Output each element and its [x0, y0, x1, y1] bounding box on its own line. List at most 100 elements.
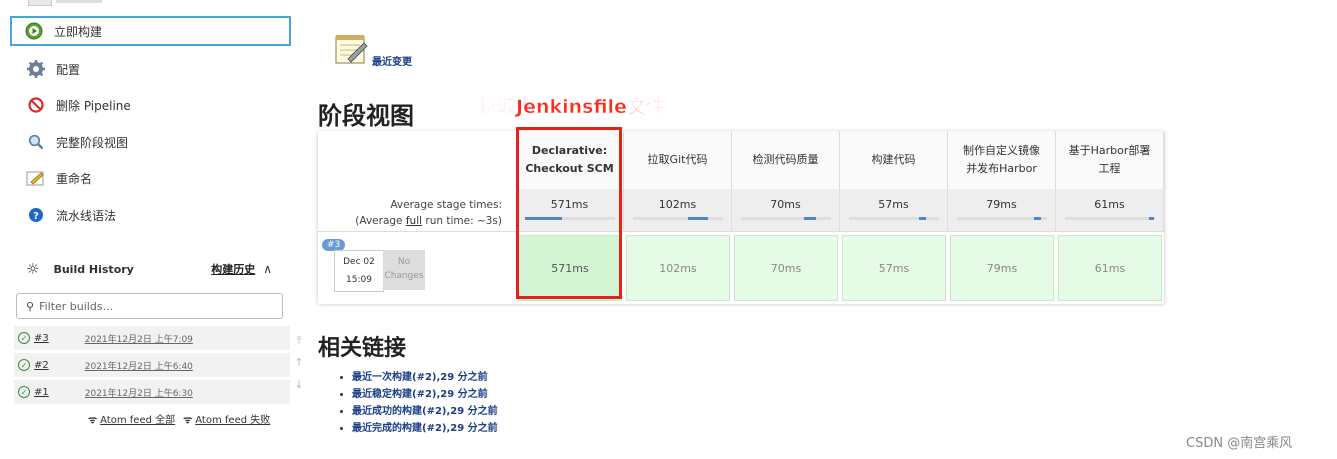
build-history-header: ☼ Build History 构建历史 ∧	[14, 256, 284, 282]
build-number-link[interactable]: #3	[34, 333, 49, 344]
atom-feed-fail-link[interactable]: Atom feed 失败	[195, 411, 270, 426]
build-history-trend-link[interactable]: 构建历史	[211, 261, 255, 277]
collapse-chevron-icon[interactable]: ∧	[263, 262, 272, 276]
gear-icon	[26, 59, 46, 79]
scroll-buttons: ⤒ ↑ ↓	[292, 330, 306, 396]
stage-view: Declarative: Checkout SCM 拉取Git代码 检测代码质量…	[318, 131, 1164, 304]
task-rename[interactable]: 重命名	[14, 163, 290, 193]
build-history-title: Build History	[53, 262, 134, 276]
stage-duration-track	[740, 217, 831, 220]
stage-average-time: 102ms	[658, 198, 697, 211]
search-icon: ⚲	[26, 299, 35, 313]
build-date-link[interactable]: 2021年12月2日 上午6:40	[85, 359, 193, 372]
stage-cell-wrap: 61ms	[1056, 232, 1164, 304]
task-label: 流水线语法	[56, 208, 117, 223]
stage-cell-wrap: 79ms	[948, 232, 1056, 304]
avg-label: Average stage times: (Average full run t…	[318, 189, 516, 231]
task-label: 重命名	[56, 171, 93, 186]
stage-cell-wrap: 102ms	[624, 232, 732, 304]
recent-changes-link[interactable]: 最近变更	[372, 53, 412, 68]
full-link[interactable]: full	[406, 215, 422, 227]
stage-name: 制作自定义镜像并发布Harbor	[963, 144, 1040, 175]
stage-header: 拉取Git代码	[624, 131, 732, 189]
task-pipeline-syntax[interactable]: ? 流水线语法	[14, 200, 290, 230]
stage-cell[interactable]: 57ms	[842, 235, 946, 301]
scroll-down-icon[interactable]: ↓	[292, 374, 306, 396]
stage-cell[interactable]: 61ms	[1058, 235, 1162, 301]
build-row[interactable]: ✓ #2 2021年12月2日 上午6:40	[14, 353, 290, 377]
stage-average: 57ms	[840, 189, 948, 231]
stage-average: 61ms	[1056, 189, 1164, 231]
list-item: 最近一次构建(#2),29 分之前	[352, 369, 498, 386]
filter-builds-input[interactable]: ⚲ Filter builds...	[16, 293, 283, 319]
annotation-highlight-box	[516, 127, 622, 299]
task-label: 立即构建	[54, 24, 103, 39]
sidebar: 立即构建 配置 删除 Pipeline 完整阶段视图 重命名 ? 流水线语法 ☼…	[0, 0, 292, 459]
task-build-now[interactable]: 立即构建	[10, 16, 291, 46]
stage-average: 70ms	[732, 189, 840, 231]
rss-icon: ᯤ	[183, 414, 193, 426]
success-check-icon: ✓	[18, 359, 30, 371]
stage-cell[interactable]: 70ms	[734, 235, 838, 301]
stage-cell[interactable]: 102ms	[626, 235, 730, 301]
related-link[interactable]: 最近稳定构建(#2),29 分之前	[352, 389, 488, 400]
avg-full-run-label: (Average full run time: ~3s)	[355, 215, 502, 227]
notepad-icon	[334, 33, 370, 71]
related-link[interactable]: 最近一次构建(#2),29 分之前	[352, 372, 488, 383]
stage-header: 构建代码	[840, 131, 948, 189]
stage-name: 构建代码	[871, 153, 916, 166]
task-configure[interactable]: 配置	[14, 54, 290, 84]
build-date-link[interactable]: 2021年12月2日 上午7:09	[85, 332, 193, 345]
stage-average-time: 79ms	[986, 198, 1017, 211]
stage-header: 检测代码质量	[732, 131, 840, 189]
stage-cell[interactable]: 79ms	[950, 235, 1054, 301]
stage-duration-bar	[918, 217, 926, 220]
sun-icon: ☼	[26, 260, 40, 278]
search-icon	[26, 132, 46, 152]
atom-feeds: ᯤ Atom feed 全部 ᯤ Atom feed 失败	[88, 411, 270, 427]
stage-header: 基于Harbor部署工程	[1056, 131, 1164, 189]
stage-average-time: 57ms	[878, 198, 909, 211]
scroll-up-icon[interactable]: ↑	[292, 352, 306, 374]
stage-average-time: 70ms	[770, 198, 801, 211]
related-link[interactable]: 最近成功的构建(#2),29 分之前	[352, 406, 498, 417]
related-link[interactable]: 最近完成的构建(#2),29 分之前	[352, 423, 498, 434]
scroll-top-icon[interactable]: ⤒	[292, 330, 306, 352]
success-check-icon: ✓	[18, 386, 30, 398]
recent-changes[interactable]: 最近变更	[334, 33, 412, 71]
stage-name: 拉取Git代码	[647, 153, 708, 166]
build-date-link[interactable]: 2021年12月2日 上午6:30	[85, 386, 193, 399]
avg-stage-times-label: Average stage times:	[390, 199, 502, 211]
cut-off-item	[28, 0, 52, 6]
cut-off-item-label	[56, 0, 102, 3]
stage-average: 102ms	[624, 189, 732, 231]
build-number-link[interactable]: #2	[34, 360, 49, 371]
stage-duration-bar	[1149, 217, 1155, 220]
task-full-stage-view[interactable]: 完整阶段视图	[14, 127, 290, 157]
task-delete-pipeline[interactable]: 删除 Pipeline	[14, 90, 290, 120]
build-row[interactable]: ✓ #1 2021年12月2日 上午6:30	[14, 380, 290, 404]
task-label: 删除 Pipeline	[56, 98, 131, 113]
related-links-title: 相关链接	[318, 336, 407, 361]
rss-icon: ᯤ	[88, 414, 98, 426]
stage-name: 基于Harbor部署工程	[1068, 144, 1151, 175]
task-label: 配置	[56, 62, 81, 77]
build-number-link[interactable]: #1	[34, 387, 49, 398]
stage-duration-track	[1064, 217, 1155, 220]
run-time: 15:09	[346, 275, 372, 285]
svg-text:?: ?	[33, 211, 39, 222]
build-row[interactable]: ✓ #3 2021年12月2日 上午7:09	[14, 326, 290, 350]
build-play-icon	[24, 21, 44, 41]
annotation-label: 拉取Jenkinsfile文件	[478, 96, 666, 119]
success-check-icon: ✓	[18, 332, 30, 344]
stage-average: 79ms	[948, 189, 1056, 231]
stage-duration-track	[848, 217, 939, 220]
stage-name: 检测代码质量	[752, 153, 819, 166]
filter-placeholder: Filter builds...	[39, 299, 114, 313]
watermark: CSDN @南宫乘风	[1186, 436, 1293, 451]
stage-duration-bar	[688, 217, 709, 220]
stage-cell-wrap: 57ms	[840, 232, 948, 304]
atom-feed-all-link[interactable]: Atom feed 全部	[100, 411, 175, 426]
run-date-box[interactable]: Dec 02 15:09	[334, 250, 384, 292]
run-date: Dec 02	[343, 257, 375, 267]
